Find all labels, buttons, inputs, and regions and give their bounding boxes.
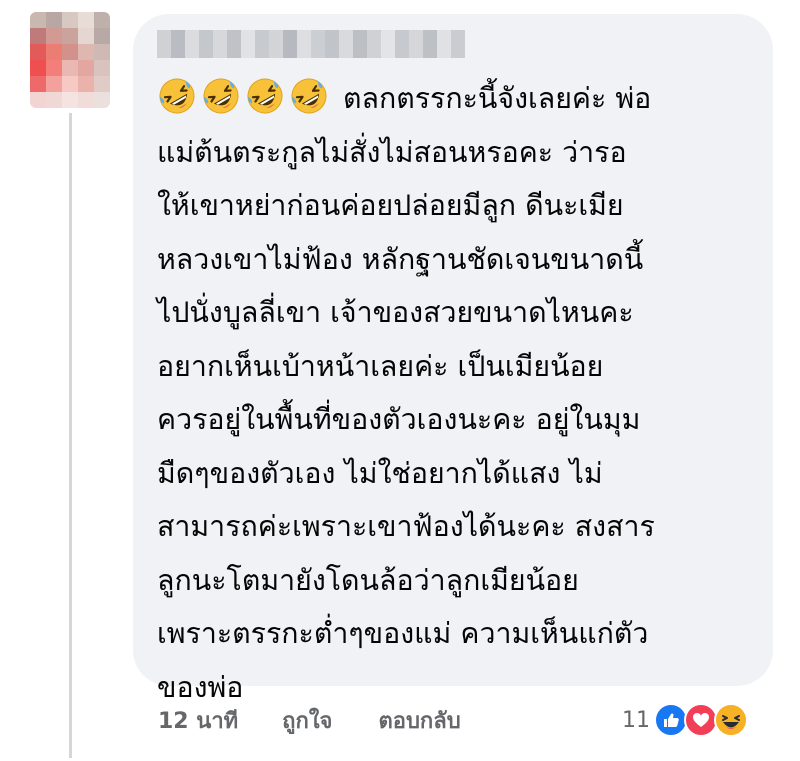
comment-footer: 12 นาที ถูกใจ ตอบกลับ xyxy=(158,700,507,740)
like-button[interactable]: ถูกใจ xyxy=(282,703,332,738)
haha-reaction-icon xyxy=(714,703,748,737)
comment-screenshot: ตลกตรรกะนี้จังเลยค่ะ พ่อ แม่ต้นตระกูลไม่… xyxy=(0,0,800,761)
comment-line: เพราะตรรกะต่ำๆของแม่ ความเห็นแก่ตัว xyxy=(157,617,649,650)
comment-line: มืดๆของตัวเอง ไม่ใช่อยากได้แสง ไม่ xyxy=(157,456,603,490)
comment-line: แม่ต้นตระกูลไม่สั่งไม่สอนหรอคะ ว่ารอ xyxy=(157,135,627,169)
comment-line: ลูกนะโตมายังโดนล้อว่าลูกเมียน้อย xyxy=(157,563,579,597)
rolling-on-floor-laughing-icon xyxy=(157,76,197,116)
author-name-blurred[interactable] xyxy=(157,30,465,58)
comment-text: ตลกตรรกะนี้จังเลยค่ะ พ่อ แม่ต้นตระกูลไม่… xyxy=(157,72,757,714)
rolling-on-floor-laughing-icon xyxy=(245,76,285,116)
love-reaction-icon xyxy=(684,703,718,737)
thread-line xyxy=(69,113,72,758)
comment-bubble: ตลกตรรกะนี้จังเลยค่ะ พ่อ แม่ต้นตระกูลไม่… xyxy=(133,14,773,704)
reaction-summary[interactable]: 11 xyxy=(622,700,748,740)
comment-line-text: ตลกตรรกะนี้จังเลยค่ะ พ่อ xyxy=(343,82,652,115)
comment-line: ตลกตรรกะนี้จังเลยค่ะ พ่อ xyxy=(157,72,757,126)
comment-line: ให้เขาหย่าก่อนค่อยปล่อยมีลูก ดีนะเมีย xyxy=(157,189,624,222)
comment-line: ไปนั่งบูลลี่เขา เจ้าของสวยขนาดไหนคะ xyxy=(157,296,634,329)
comment-line: หลวงเขาไม่ฟ้อง หลักฐานชัดเจนขนาดนี้ xyxy=(157,242,644,276)
like-reaction-icon xyxy=(654,703,688,737)
reaction-count: 11 xyxy=(622,707,650,733)
comment-line: ควรอยู่ในพื้นที่ของตัวเองนะคะ อยู่ในมุม xyxy=(157,403,641,436)
reply-button[interactable]: ตอบกลับ xyxy=(378,703,460,738)
reaction-icons xyxy=(654,703,748,737)
comment-line: สามารถค่ะเพราะเขาฟ้องได้นะคะ สงสาร xyxy=(157,510,655,543)
emoji-group xyxy=(157,76,329,116)
avatar[interactable] xyxy=(30,12,110,108)
rolling-on-floor-laughing-icon xyxy=(289,76,329,116)
timestamp[interactable]: 12 นาที xyxy=(158,703,238,738)
comment-line: อยากเห็นเบ้าหน้าเลยค่ะ เป็นเมียน้อย xyxy=(157,349,604,383)
rolling-on-floor-laughing-icon xyxy=(201,76,241,116)
